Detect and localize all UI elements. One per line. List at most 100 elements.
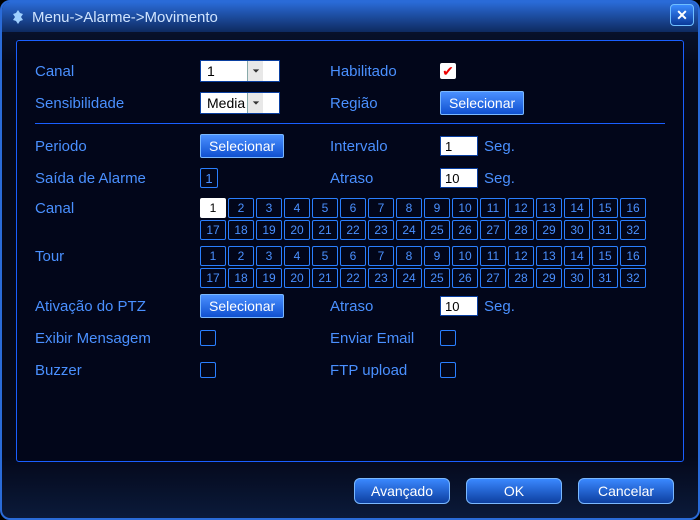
intervalo-input[interactable]: 1 — [440, 136, 478, 156]
rec-channel-10[interactable]: 10 — [452, 198, 478, 218]
canal-select-value: 1 — [207, 63, 247, 79]
rec-channel-9[interactable]: 9 — [424, 198, 450, 218]
titlebar: Menu->Alarme->Movimento ✕ — [2, 2, 698, 32]
chevron-down-icon — [247, 93, 263, 113]
label-atraso2: Atraso — [330, 298, 440, 315]
rec-channel-14[interactable]: 14 — [564, 198, 590, 218]
rec-channel-3[interactable]: 3 — [256, 198, 282, 218]
rec-channel-2[interactable]: 2 — [228, 198, 254, 218]
label-ftp: FTP upload — [330, 362, 440, 379]
tour-channel-10[interactable]: 10 — [452, 246, 478, 266]
rec-channel-32[interactable]: 32 — [620, 220, 646, 240]
tour-channel-14[interactable]: 14 — [564, 246, 590, 266]
rec-channel-25[interactable]: 25 — [424, 220, 450, 240]
alarm-output-1[interactable]: 1 — [200, 168, 218, 188]
rec-channel-17[interactable]: 17 — [200, 220, 226, 240]
rec-channel-15[interactable]: 15 — [592, 198, 618, 218]
tour-channel-12[interactable]: 12 — [508, 246, 534, 266]
rec-channel-28[interactable]: 28 — [508, 220, 534, 240]
tour-channel-13[interactable]: 13 — [536, 246, 562, 266]
rec-channel-27[interactable]: 27 — [480, 220, 506, 240]
label-canal-rec: Canal — [35, 198, 200, 217]
tour-channel-30[interactable]: 30 — [564, 268, 590, 288]
rec-channel-11[interactable]: 11 — [480, 198, 506, 218]
rec-channel-16[interactable]: 16 — [620, 198, 646, 218]
rec-channel-4[interactable]: 4 — [284, 198, 310, 218]
tour-channel-9[interactable]: 9 — [424, 246, 450, 266]
canal-select[interactable]: 1 — [200, 60, 280, 82]
tour-channel-18[interactable]: 18 — [228, 268, 254, 288]
label-enviar: Enviar Email — [330, 330, 440, 347]
tour-channel-2[interactable]: 2 — [228, 246, 254, 266]
rec-channel-19[interactable]: 19 — [256, 220, 282, 240]
tour-channel-22[interactable]: 22 — [340, 268, 366, 288]
rec-channel-26[interactable]: 26 — [452, 220, 478, 240]
motion-icon — [10, 9, 26, 25]
tour-channel-20[interactable]: 20 — [284, 268, 310, 288]
atraso-input[interactable]: 10 — [440, 168, 478, 188]
dialog-window: Menu->Alarme->Movimento ✕ Canal 1 Habili… — [0, 0, 700, 520]
rec-channel-30[interactable]: 30 — [564, 220, 590, 240]
rec-channel-8[interactable]: 8 — [396, 198, 422, 218]
tour-channel-29[interactable]: 29 — [536, 268, 562, 288]
rec-channel-22[interactable]: 22 — [340, 220, 366, 240]
habilitado-checkbox[interactable]: ✔ — [440, 63, 456, 79]
rec-channel-21[interactable]: 21 — [312, 220, 338, 240]
ptz-button[interactable]: Selecionar — [200, 294, 284, 318]
tour-channel-11[interactable]: 11 — [480, 246, 506, 266]
tour-channel-19[interactable]: 19 — [256, 268, 282, 288]
label-tour: Tour — [35, 246, 200, 265]
label-canal: Canal — [35, 63, 200, 80]
tour-channel-1[interactable]: 1 — [200, 246, 226, 266]
enviar-checkbox[interactable]: ✔ — [440, 330, 456, 346]
rec-channel-6[interactable]: 6 — [340, 198, 366, 218]
tour-channel-27[interactable]: 27 — [480, 268, 506, 288]
label-regiao: Região — [330, 95, 440, 112]
rec-channel-24[interactable]: 24 — [396, 220, 422, 240]
client-area: Canal 1 Habilitado ✔ Sensibilidade — [16, 40, 684, 462]
close-icon: ✕ — [676, 7, 688, 24]
regiao-button[interactable]: Selecionar — [440, 91, 524, 115]
rec-channel-13[interactable]: 13 — [536, 198, 562, 218]
tour-channel-26[interactable]: 26 — [452, 268, 478, 288]
tour-channel-16[interactable]: 16 — [620, 246, 646, 266]
rec-channel-7[interactable]: 7 — [368, 198, 394, 218]
buzzer-checkbox[interactable]: ✔ — [200, 362, 216, 378]
tour-channel-7[interactable]: 7 — [368, 246, 394, 266]
tour-channel-23[interactable]: 23 — [368, 268, 394, 288]
tour-channel-31[interactable]: 31 — [592, 268, 618, 288]
tour-channel-4[interactable]: 4 — [284, 246, 310, 266]
chevron-down-icon — [247, 61, 263, 81]
exibir-checkbox[interactable]: ✔ — [200, 330, 216, 346]
unit-seg: Seg. — [484, 138, 515, 155]
close-button[interactable]: ✕ — [670, 4, 694, 26]
avancado-button[interactable]: Avançado — [354, 478, 450, 504]
tour-channel-3[interactable]: 3 — [256, 246, 282, 266]
label-atraso: Atraso — [330, 170, 440, 187]
tour-channel-15[interactable]: 15 — [592, 246, 618, 266]
tour-channel-8[interactable]: 8 — [396, 246, 422, 266]
cancelar-button[interactable]: Cancelar — [578, 478, 674, 504]
tour-channel-32[interactable]: 32 — [620, 268, 646, 288]
rec-channel-31[interactable]: 31 — [592, 220, 618, 240]
rec-channel-5[interactable]: 5 — [312, 198, 338, 218]
tour-channel-5[interactable]: 5 — [312, 246, 338, 266]
tour-channel-6[interactable]: 6 — [340, 246, 366, 266]
rec-channel-20[interactable]: 20 — [284, 220, 310, 240]
tour-channel-21[interactable]: 21 — [312, 268, 338, 288]
ok-button[interactable]: OK — [466, 478, 562, 504]
rec-channel-23[interactable]: 23 — [368, 220, 394, 240]
tour-channel-17[interactable]: 17 — [200, 268, 226, 288]
periodo-button[interactable]: Selecionar — [200, 134, 284, 158]
rec-channel-grid: 1234567891011121314151617181920212223242… — [200, 198, 664, 240]
tour-channel-28[interactable]: 28 — [508, 268, 534, 288]
sensibilidade-select[interactable]: Media — [200, 92, 280, 114]
tour-channel-24[interactable]: 24 — [396, 268, 422, 288]
ptz-atraso-input[interactable]: 10 — [440, 296, 478, 316]
tour-channel-25[interactable]: 25 — [424, 268, 450, 288]
rec-channel-29[interactable]: 29 — [536, 220, 562, 240]
rec-channel-12[interactable]: 12 — [508, 198, 534, 218]
rec-channel-18[interactable]: 18 — [228, 220, 254, 240]
rec-channel-1[interactable]: 1 — [200, 198, 226, 218]
ftp-checkbox[interactable]: ✔ — [440, 362, 456, 378]
